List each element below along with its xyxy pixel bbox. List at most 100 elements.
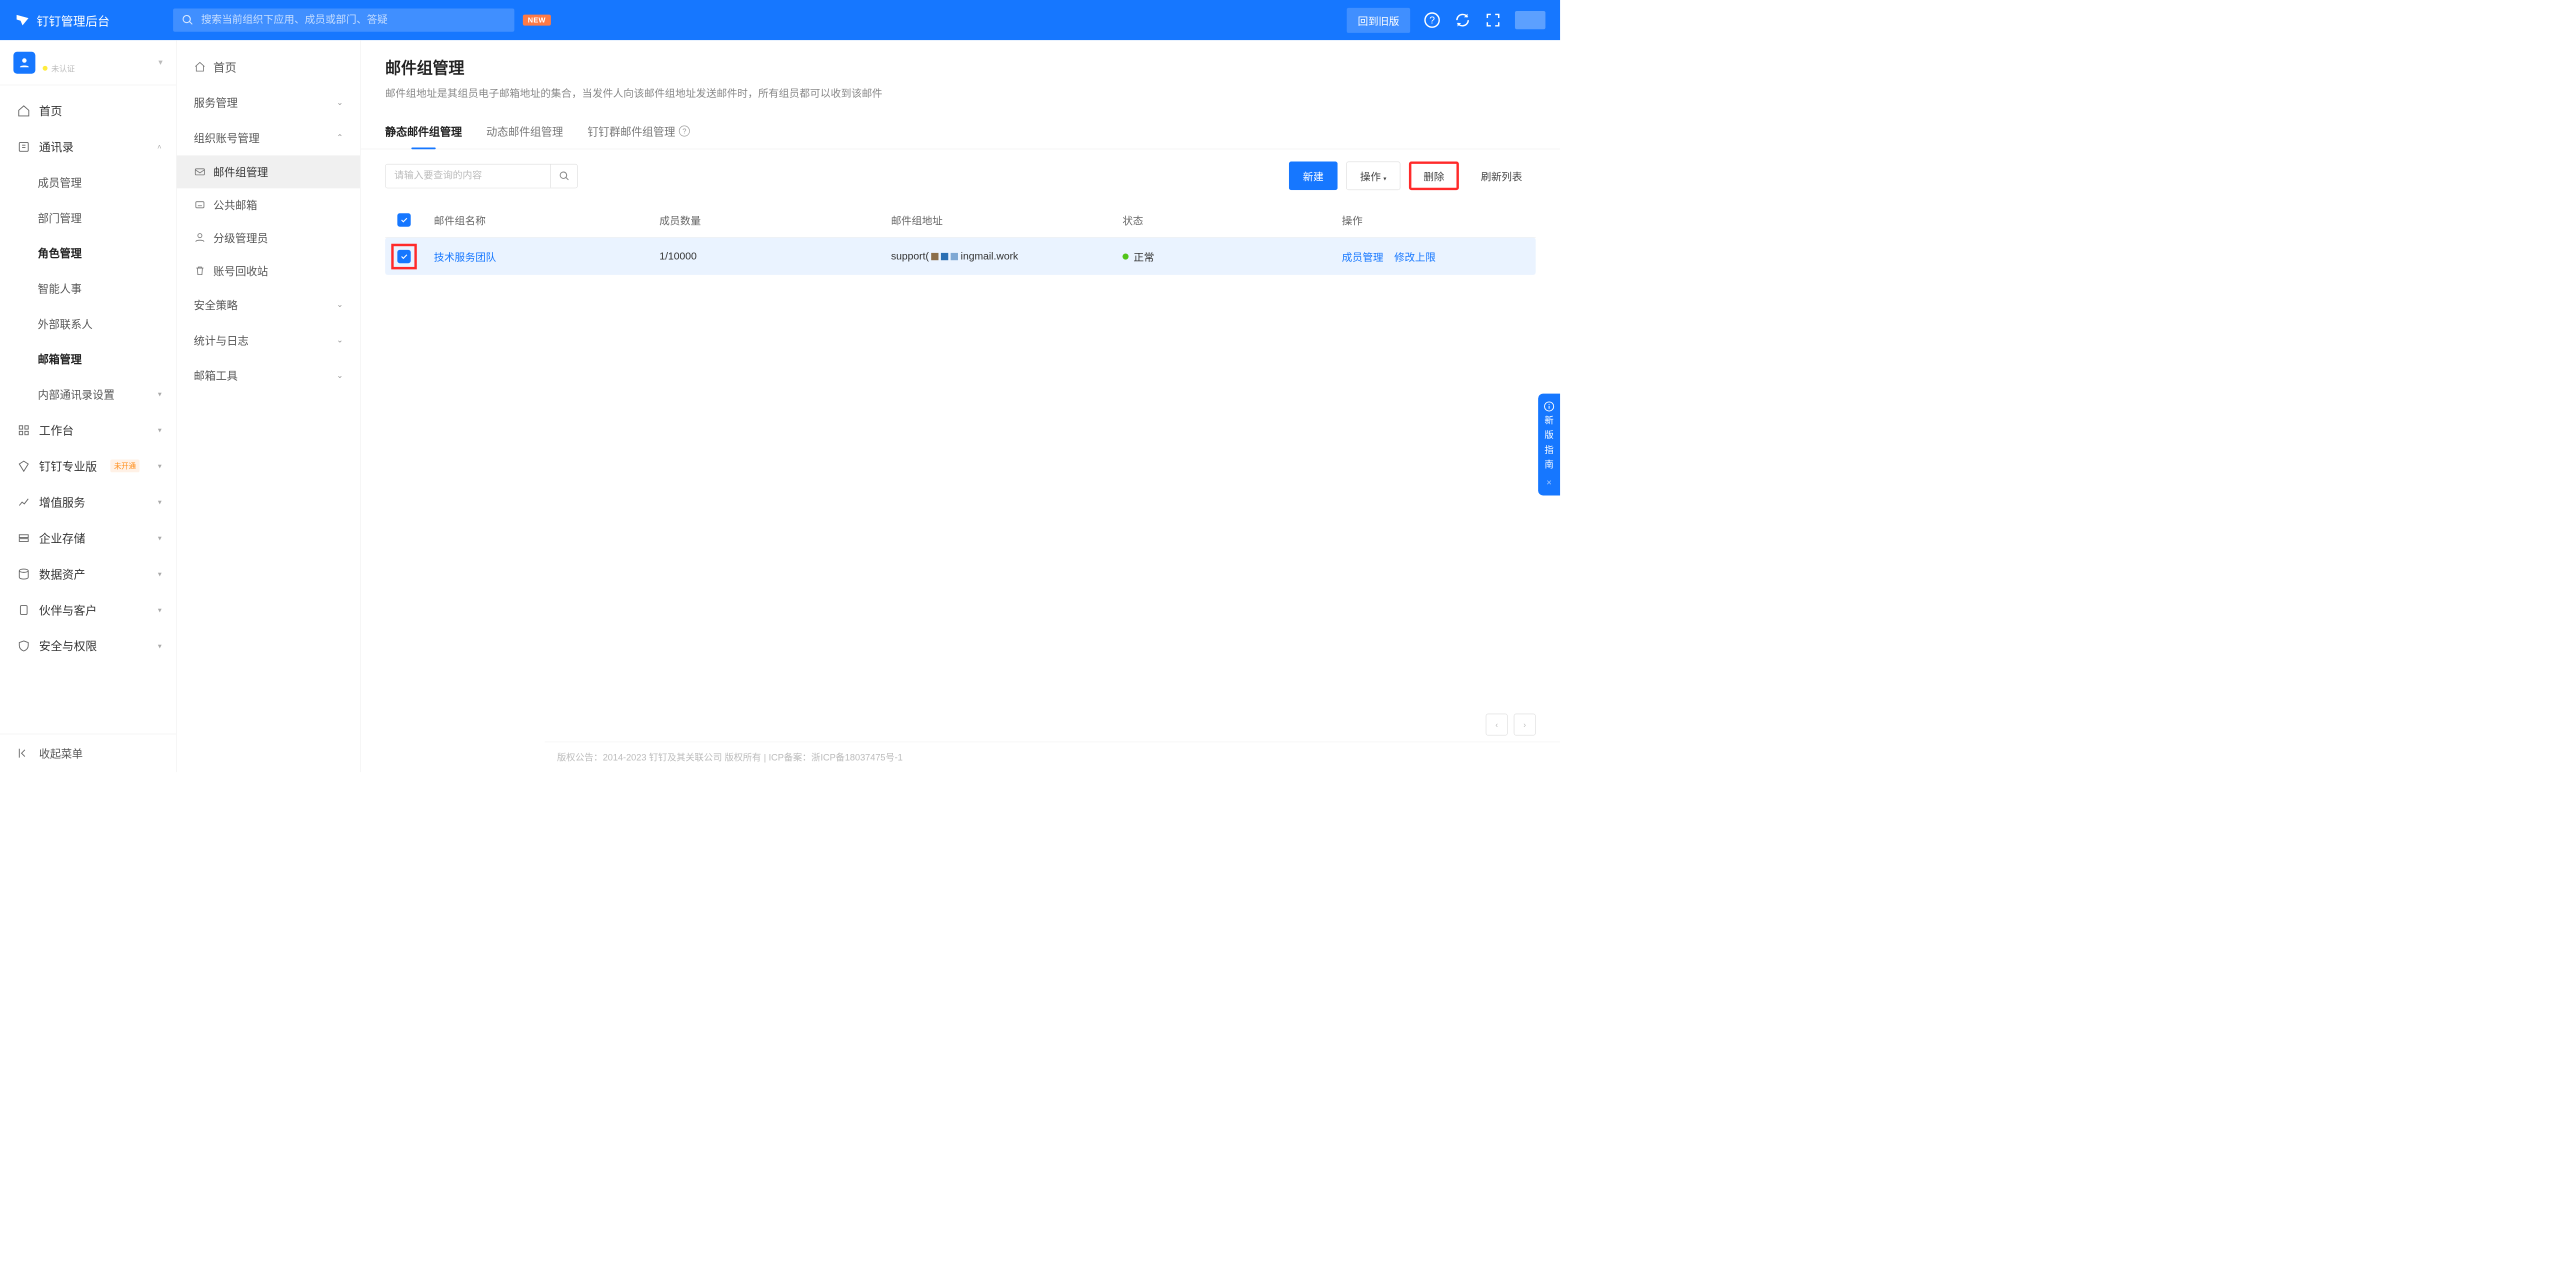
- page-desc: 邮件组地址是其组员电子邮箱地址的集合，当发件人向该邮件组地址发送邮件时，所有组员…: [385, 85, 1536, 100]
- database-icon: [17, 567, 30, 580]
- nav-data-asset[interactable]: 数据资产 ▾: [0, 556, 176, 592]
- chevron-down-icon: ▾: [1383, 176, 1386, 183]
- row-op-limit[interactable]: 修改上限: [1394, 249, 1435, 264]
- s2-home[interactable]: 首页: [177, 49, 360, 85]
- contacts-icon: [17, 140, 30, 153]
- pager-next[interactable]: ›: [1514, 714, 1536, 736]
- select-all-checkbox[interactable]: [397, 213, 410, 226]
- s2-mail-group[interactable]: 邮件组管理: [177, 155, 360, 188]
- nav-internal-contacts-settings[interactable]: 内部通讯录设置 ▾: [0, 377, 176, 412]
- secondary-sidebar: 首页 服务管理 ⌄ 组织账号管理 ⌃ 邮件组管理 公共邮箱 分级管理员 账号回收…: [177, 40, 361, 772]
- chevron-down-icon: ⌄: [336, 371, 343, 381]
- nav-label: 伙伴与客户: [39, 601, 97, 617]
- nav-dept-mgmt[interactable]: 部门管理: [0, 200, 176, 235]
- org-status: 未认证: [43, 62, 151, 74]
- nav-label: 钉钉专业版: [39, 458, 97, 474]
- nav-role-mgmt[interactable]: 角色管理: [0, 235, 176, 270]
- chevron-down-icon: ▾: [158, 426, 162, 435]
- info-icon: [1544, 401, 1555, 412]
- primary-nav: 首页 通讯录 ˄ 成员管理 部门管理 角色管理 智能人事 外部联系人 邮箱管理 …: [0, 85, 176, 733]
- tab-dingtalk-group[interactable]: 钉钉群邮件组管理 ?: [587, 123, 689, 149]
- operate-label: 操作: [1360, 171, 1381, 183]
- refresh-button[interactable]: 刷新列表: [1467, 162, 1535, 189]
- row-addr: support(ingmail.work: [891, 250, 1123, 262]
- chevron-down-icon: ▾: [158, 498, 162, 507]
- s2-stats-logs[interactable]: 统计与日志 ⌄: [177, 322, 360, 357]
- refresh-icon[interactable]: [1454, 12, 1471, 29]
- handshake-icon: [17, 603, 30, 616]
- help-icon[interactable]: ?: [1424, 12, 1441, 29]
- nav-value-added[interactable]: 增值服务 ▾: [0, 484, 176, 520]
- help-icon[interactable]: ?: [679, 126, 690, 137]
- s2-service-mgmt[interactable]: 服务管理 ⌄: [177, 85, 360, 120]
- pager-prev[interactable]: ‹: [1486, 714, 1508, 736]
- org-name: [43, 51, 151, 62]
- new-badge: NEW: [523, 15, 551, 26]
- collapse-menu[interactable]: 收起菜单: [0, 734, 176, 772]
- nav-workbench[interactable]: 工作台 ▾: [0, 412, 176, 448]
- s2-mail-tools[interactable]: 邮箱工具 ⌄: [177, 358, 360, 393]
- nav-member-mgmt[interactable]: 成员管理: [0, 165, 176, 200]
- org-selector[interactable]: 未认证 ▾: [0, 40, 176, 85]
- chart-icon: [17, 495, 30, 508]
- th-name: 邮件组名称: [434, 212, 659, 227]
- s2-label: 首页: [213, 59, 236, 75]
- nav-contacts[interactable]: 通讯录 ˄: [0, 129, 176, 165]
- s2-tier-admin[interactable]: 分级管理员: [177, 221, 360, 254]
- nav-label: 数据资产: [39, 566, 85, 582]
- chevron-down-icon: ▾: [158, 462, 162, 471]
- page-title: 邮件组管理: [385, 56, 1536, 79]
- s2-public-mailbox[interactable]: 公共邮箱: [177, 188, 360, 221]
- close-icon[interactable]: ×: [1546, 478, 1551, 488]
- operate-dropdown[interactable]: 操作▾: [1346, 161, 1400, 190]
- pager: ‹ ›: [1486, 714, 1536, 736]
- delete-button[interactable]: 删除: [1409, 161, 1459, 190]
- avatar[interactable]: [1515, 11, 1545, 29]
- nav-label: 内部通讯录设置: [38, 386, 115, 402]
- mail-icon: [194, 166, 206, 178]
- new-version-guide[interactable]: 新 版 指 南 ×: [1538, 394, 1560, 496]
- topbar: 钉钉管理后台 NEW 回到旧版 ?: [0, 0, 1560, 40]
- nav-partner[interactable]: 伙伴与客户 ▾: [0, 592, 176, 628]
- s2-security-policy[interactable]: 安全策略 ⌄: [177, 287, 360, 322]
- global-search[interactable]: [173, 9, 514, 32]
- nav-mail-mgmt[interactable]: 邮箱管理: [0, 341, 176, 376]
- tab-dynamic[interactable]: 动态邮件组管理: [486, 123, 563, 149]
- chevron-up-icon: ⌃: [336, 133, 343, 143]
- diamond-icon: [17, 459, 30, 472]
- masked-text: [931, 253, 958, 260]
- create-button[interactable]: 新建: [1289, 161, 1338, 190]
- row-op-member[interactable]: 成员管理: [1342, 249, 1383, 264]
- shield-icon: [17, 639, 30, 652]
- back-to-old[interactable]: 回到旧版: [1347, 8, 1410, 33]
- query-button[interactable]: [550, 164, 577, 187]
- s2-label: 邮件组管理: [213, 164, 268, 180]
- nav-storage[interactable]: 企业存储 ▾: [0, 520, 176, 556]
- s2-label: 分级管理员: [213, 230, 268, 246]
- tab-static[interactable]: 静态邮件组管理: [385, 123, 462, 149]
- toolbar: 新建 操作▾ 删除 刷新列表: [361, 149, 1560, 202]
- chevron-down-icon: ▾: [158, 534, 162, 543]
- trash-icon: [194, 264, 206, 276]
- nav-security[interactable]: 安全与权限 ▾: [0, 628, 176, 664]
- row-checkbox[interactable]: [397, 250, 410, 263]
- nav-label: 安全与权限: [39, 637, 97, 653]
- search-icon: [182, 14, 194, 26]
- nav-home[interactable]: 首页: [0, 93, 176, 129]
- query-input[interactable]: [386, 164, 551, 187]
- table-row: 技术服务团队 1/10000 support(ingmail.work 正常 成…: [385, 238, 1536, 275]
- nav-smart-hr[interactable]: 智能人事: [0, 271, 176, 306]
- s2-org-account[interactable]: 组织账号管理 ⌃: [177, 120, 360, 155]
- th-ops: 操作: [1342, 212, 1524, 227]
- global-search-input[interactable]: [201, 14, 506, 26]
- nav-pro[interactable]: 钉钉专业版 未开通 ▾: [0, 448, 176, 484]
- row-name-link[interactable]: 技术服务团队: [434, 252, 496, 264]
- brand: 钉钉管理后台: [15, 11, 173, 29]
- user-icon: [194, 232, 206, 244]
- footer: 版权公告：2014-2023 钉钉及其关联公司 版权所有 | ICP备案：浙IC…: [545, 742, 1560, 772]
- s2-account-recycle[interactable]: 账号回收站: [177, 254, 360, 287]
- s2-label: 公共邮箱: [213, 197, 257, 213]
- nav-external-contacts[interactable]: 外部联系人: [0, 306, 176, 341]
- fullscreen-icon[interactable]: [1484, 12, 1501, 29]
- s2-label: 安全策略: [194, 297, 238, 313]
